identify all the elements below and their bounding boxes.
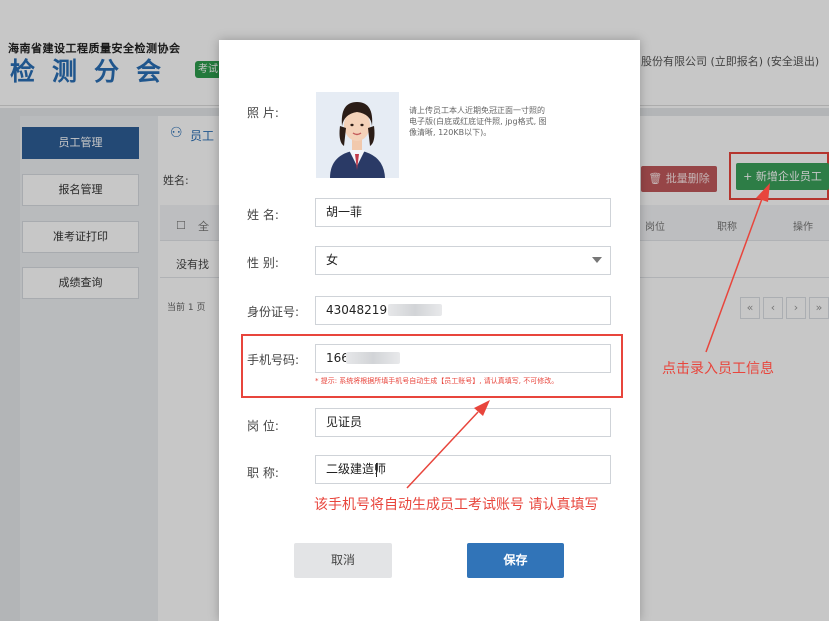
title-label: 职 称: bbox=[247, 466, 279, 480]
name-input[interactable]: 胡一菲 bbox=[315, 198, 611, 227]
portrait-image bbox=[316, 92, 399, 178]
employee-photo[interactable] bbox=[316, 92, 399, 178]
gender-label: 性 别: bbox=[247, 256, 279, 270]
id-number-redaction bbox=[388, 304, 442, 316]
id-number-label: 身份证号: bbox=[247, 305, 300, 319]
phone-redaction bbox=[346, 352, 400, 364]
annotation-add-employee: 点击录入员工信息 bbox=[662, 361, 774, 377]
photo-label: 照 片: bbox=[247, 106, 279, 120]
gender-value: 女 bbox=[326, 253, 339, 267]
name-label: 姓 名: bbox=[247, 208, 279, 222]
annotation-phone-note: 该手机号将自动生成员工考试账号 请认真填写 bbox=[314, 497, 599, 513]
save-button[interactable]: 保存 bbox=[467, 543, 564, 578]
photo-upload-note: 请上传员工本人近期免冠正面一寸照的电子版(白底或红底证件照, jpg格式, 图像… bbox=[409, 106, 547, 137]
position-input[interactable]: 见证员 bbox=[315, 408, 611, 437]
id-number-value: 43048219 bbox=[326, 303, 388, 317]
title-input[interactable]: 二级建造师 bbox=[315, 455, 611, 484]
gender-select[interactable]: 女 bbox=[315, 246, 611, 275]
text-cursor bbox=[376, 463, 377, 477]
chevron-down-icon bbox=[592, 257, 602, 263]
phone-label: 手机号码: bbox=[247, 353, 300, 367]
cancel-button[interactable]: 取消 bbox=[294, 543, 392, 578]
id-number-input[interactable]: 43048219 bbox=[315, 296, 611, 325]
position-label: 岗 位: bbox=[247, 419, 279, 433]
phone-hint: * 提示: 系统将根据所填手机号自动生成【员工账号】, 请认真填写, 不可修改。 bbox=[315, 377, 559, 385]
